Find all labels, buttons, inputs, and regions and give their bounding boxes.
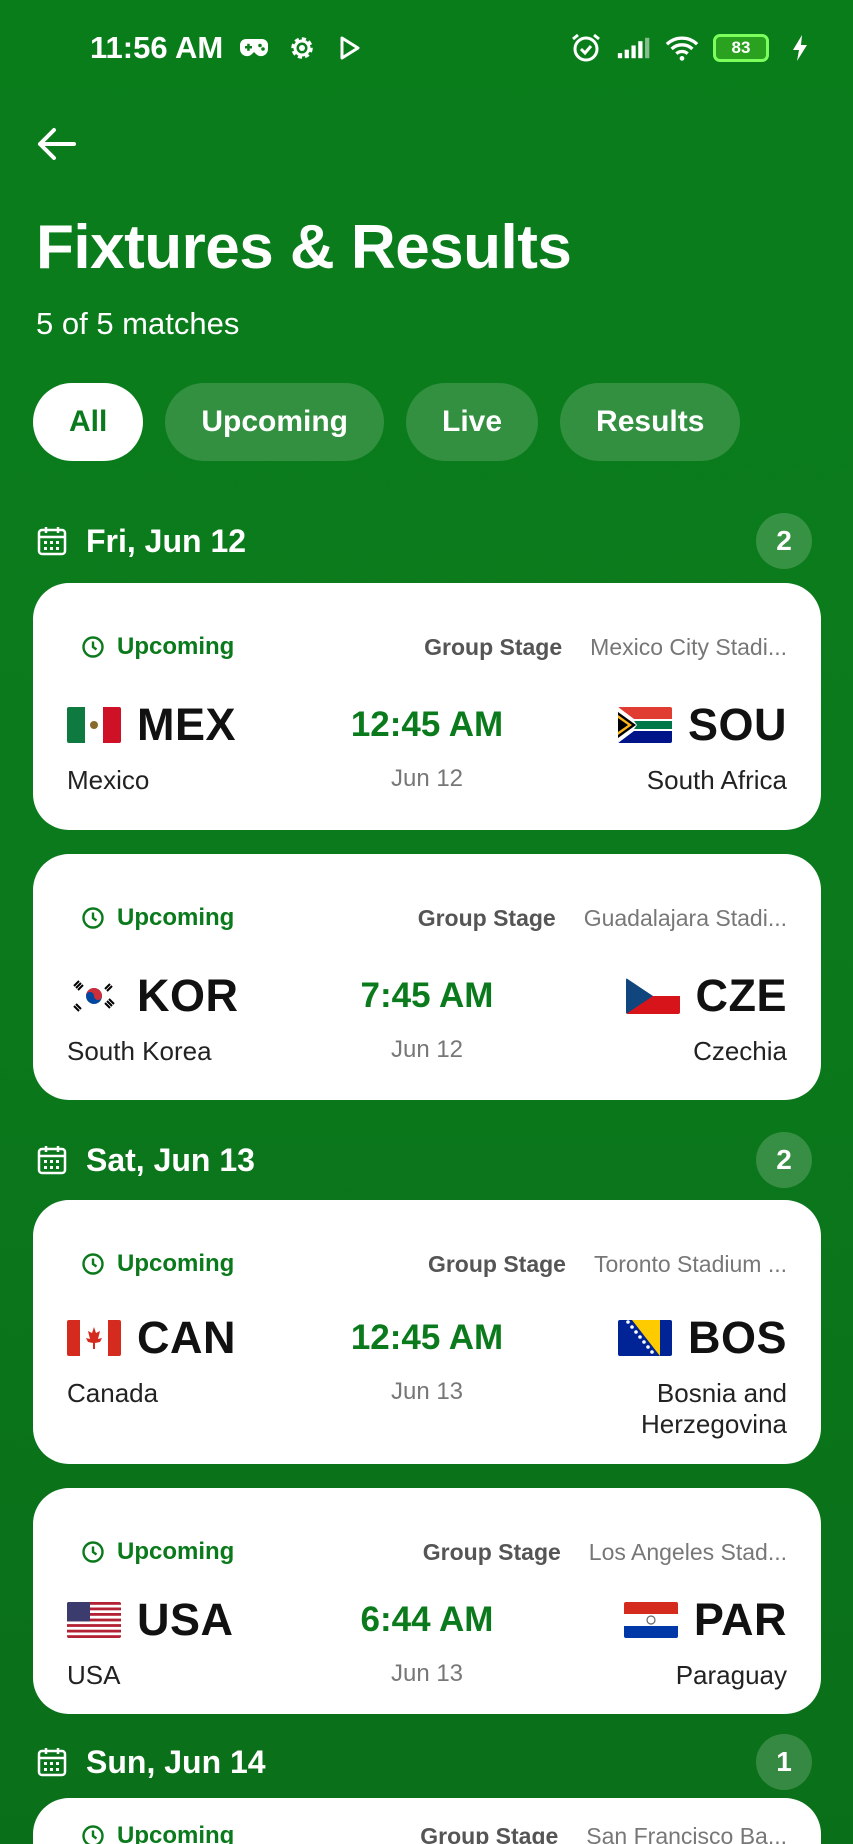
back-arrow-icon — [38, 128, 76, 160]
match-status: Upcoming — [117, 1538, 235, 1565]
away-team-name-line2: Herzegovina — [641, 1409, 787, 1439]
match-venue: Los Angeles Stad... — [588, 1538, 787, 1565]
bosnia-flag-icon — [617, 1320, 672, 1356]
play-store-icon — [333, 31, 367, 65]
mexico-flag-icon — [67, 707, 121, 743]
match-venue: San Francisco Ba... — [586, 1822, 787, 1844]
filter-bar: All Upcoming Live Results — [33, 383, 741, 461]
clock-icon — [82, 1541, 104, 1563]
clock-icon — [82, 636, 104, 658]
clock-icon — [82, 1253, 104, 1275]
match-stage: Group Stage — [420, 1822, 559, 1844]
match-status: Upcoming — [117, 633, 235, 660]
away-team-name: Czechia — [693, 1036, 787, 1066]
day-count-badge: 2 — [756, 1132, 812, 1188]
home-team-code: CAN — [137, 1312, 236, 1363]
day-label: Sun, Jun 14 — [86, 1743, 266, 1780]
back-button[interactable] — [30, 118, 82, 170]
canada-flag-icon — [67, 1320, 121, 1356]
match-card[interactable]: Upcoming Group Stage San Francisco Ba... — [33, 1798, 821, 1844]
home-team-code: MEX — [137, 699, 237, 750]
away-team-code: CZE — [695, 970, 787, 1021]
match-stage: Group Stage — [417, 904, 556, 931]
battery-indicator: 83 — [713, 34, 769, 62]
home-team-name: USA — [67, 1660, 121, 1690]
filter-upcoming[interactable]: Upcoming — [165, 383, 385, 461]
day-header: Sun, Jun 14 1 — [36, 1734, 812, 1790]
away-team-code: BOS — [687, 1312, 787, 1363]
home-team-name: Mexico — [67, 765, 150, 795]
match-venue: Guadalajara Stadi... — [583, 904, 787, 931]
czechia-flag-icon — [625, 978, 680, 1014]
home-team-code: USA — [137, 1594, 234, 1645]
match-status: Upcoming — [117, 904, 235, 931]
match-stage: Group Stage — [422, 1538, 561, 1565]
filter-results[interactable]: Results — [560, 383, 741, 461]
match-card[interactable]: Upcoming Group Stage Guadalajara Stadi...… — [33, 854, 821, 1100]
away-team-name: South Africa — [646, 765, 787, 795]
match-card[interactable]: Upcoming Group Stage Los Angeles Stad... … — [33, 1488, 821, 1714]
day-count-badge: 1 — [756, 1734, 812, 1790]
home-team-name: South Korea — [67, 1036, 212, 1066]
paraguay-flag-icon — [623, 1602, 678, 1638]
page-title: Fixtures & Results — [36, 213, 572, 282]
away-team-name-line1: Bosnia and — [656, 1378, 787, 1408]
usa-flag-icon — [67, 1602, 121, 1638]
match-stage: Group Stage — [427, 1250, 566, 1277]
match-status: Upcoming — [117, 1822, 235, 1844]
match-status: Upcoming — [117, 1250, 235, 1277]
away-team-code: PAR — [693, 1594, 787, 1645]
alarm-icon — [569, 31, 603, 65]
day-label: Fri, Jun 12 — [86, 522, 247, 559]
home-team-code: KOR — [137, 970, 239, 1021]
calendar-icon — [37, 1146, 67, 1175]
wifi-icon — [665, 31, 699, 65]
south-africa-flag-icon — [617, 707, 672, 743]
filter-all[interactable]: All — [33, 383, 144, 461]
charging-bolt-icon — [783, 31, 817, 65]
match-card[interactable]: Upcoming Group Stage Toronto Stadium ... … — [33, 1200, 821, 1464]
south-korea-flag-icon — [67, 978, 121, 1014]
away-team-code: SOU — [687, 699, 787, 750]
away-team-name: Paraguay — [675, 1660, 787, 1690]
calendar-icon — [37, 1748, 67, 1777]
home-team-name: Canada — [67, 1378, 159, 1408]
signal-icon — [617, 31, 651, 65]
match-venue: Mexico City Stadi... — [590, 633, 787, 660]
settings-gear-icon — [285, 31, 319, 65]
status-time: 11:56 AM — [90, 30, 224, 65]
away-team-name: Bosnia and Herzegovina — [618, 1378, 787, 1440]
day-header: Fri, Jun 12 2 — [36, 513, 812, 569]
match-count: 5 of 5 matches — [36, 306, 240, 341]
match-stage: Group Stage — [424, 633, 563, 660]
match-venue: Toronto Stadium ... — [593, 1250, 787, 1277]
clock-icon — [82, 1825, 104, 1844]
calendar-icon — [37, 527, 67, 556]
match-card[interactable]: Upcoming Group Stage Mexico City Stadi...… — [33, 583, 821, 830]
gamepad-icon — [237, 31, 271, 65]
filter-live[interactable]: Live — [406, 383, 539, 461]
status-bar: 11:56 AM 83 — [0, 0, 853, 96]
day-header: Sat, Jun 13 2 — [36, 1132, 812, 1188]
day-count-badge: 2 — [756, 513, 812, 569]
day-label: Sat, Jun 13 — [86, 1141, 255, 1178]
clock-icon — [82, 907, 104, 929]
